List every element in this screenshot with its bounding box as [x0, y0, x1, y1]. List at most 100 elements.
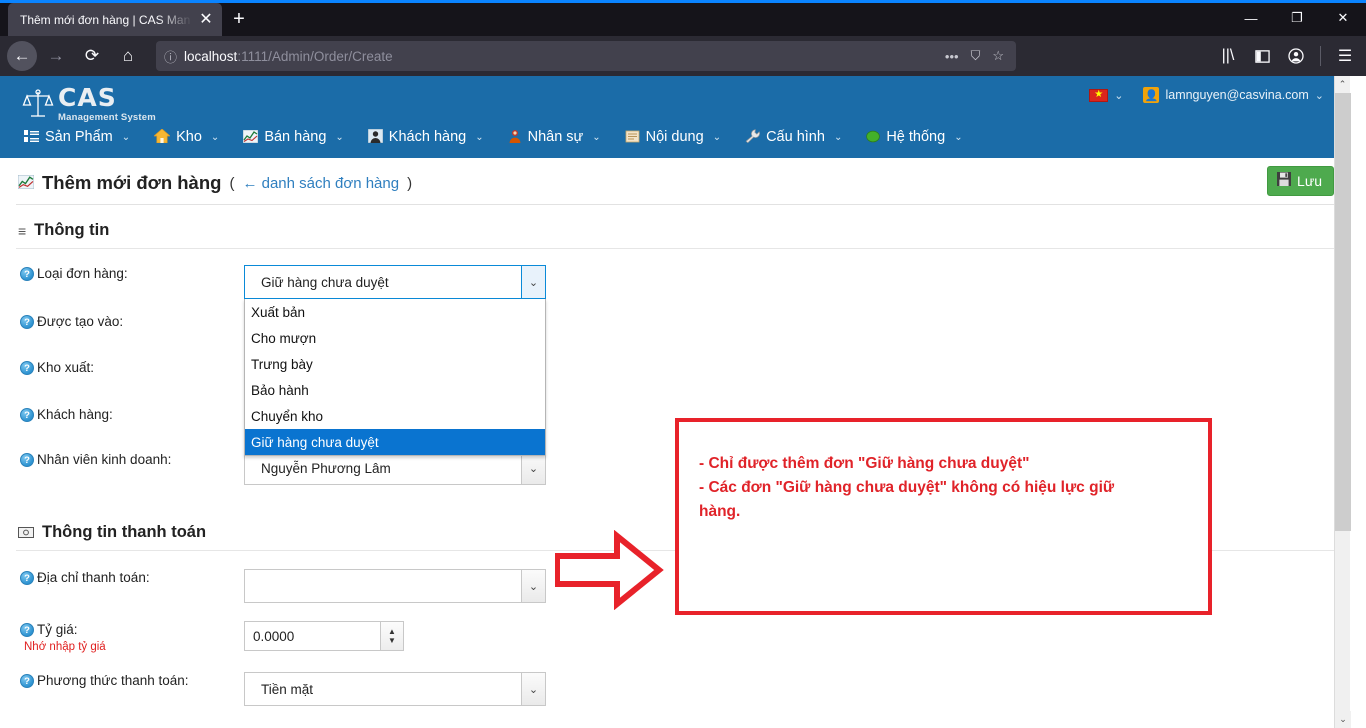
- library-icon[interactable]: ||\: [1213, 41, 1243, 71]
- chevron-down-icon[interactable]: ⌄: [521, 673, 545, 705]
- page-actions-icon[interactable]: •••: [945, 49, 959, 64]
- tab-close-icon[interactable]: ✕: [196, 11, 216, 28]
- billing-address-select[interactable]: ⌄: [244, 569, 546, 603]
- minimize-button[interactable]: —: [1228, 0, 1274, 36]
- browser-titlebar: Thêm mới đơn hàng | CAS Man ✕ + — ❐ ✕: [0, 0, 1366, 36]
- stepper-up-icon[interactable]: ▲: [388, 627, 396, 636]
- help-icon[interactable]: ?: [20, 315, 34, 329]
- url-bar[interactable]: ⓘ localhost:1111/Admin/Order/Create ••• …: [156, 41, 1016, 71]
- section-header-info: ≡ Thông tin: [16, 205, 1334, 249]
- bookmark-star-icon[interactable]: ☆: [992, 48, 1004, 64]
- chevron-down-icon: ⌄: [210, 131, 220, 143]
- page-scrollbar[interactable]: ⌃ ⌄: [1334, 76, 1351, 728]
- stepper-buttons[interactable]: ▲ ▼: [380, 621, 404, 651]
- nav-item-noi-dung[interactable]: Nội dung ⌄: [615, 123, 735, 151]
- help-icon[interactable]: ?: [20, 267, 34, 281]
- system-glyph: [866, 130, 881, 142]
- field-control-order-type: Giữ hàng chưa duyệt ⌄ Xuất bản Cho mượn …: [244, 265, 546, 456]
- order-type-selected-value: Giữ hàng chưa duyệt: [261, 274, 389, 290]
- help-icon[interactable]: ?: [20, 571, 34, 585]
- dropdown-option[interactable]: Xuất bản: [245, 299, 545, 325]
- list-icon: ≡: [18, 222, 27, 239]
- field-row-order-type: ? Loại đơn hàng: Giữ hàng chưa duyệt ⌄ X…: [16, 265, 1334, 456]
- window-close-button[interactable]: ✕: [1320, 0, 1366, 36]
- home-button[interactable]: ⌂: [111, 40, 145, 72]
- user-chevron-down-icon[interactable]: ⌄: [1315, 89, 1324, 102]
- nav-item-he-thong[interactable]: Hệ thống ⌄: [856, 123, 976, 151]
- help-icon[interactable]: ?: [20, 674, 34, 688]
- tab-title: Thêm mới đơn hàng | CAS Man: [20, 12, 191, 27]
- app-logo[interactable]: CAS Management System: [22, 85, 156, 123]
- hamburger-menu-icon[interactable]: ☰: [1330, 41, 1360, 71]
- help-icon[interactable]: ?: [20, 623, 34, 637]
- field-label-warehouse: ? Kho xuất:: [16, 359, 244, 376]
- site-info-icon[interactable]: ⓘ: [164, 47, 177, 66]
- chevron-down-icon[interactable]: ⌄: [521, 452, 545, 484]
- chevron-down-icon: ⌄: [954, 131, 963, 143]
- chevron-down-icon[interactable]: ⌄: [521, 266, 545, 298]
- save-label: Lưu: [1297, 172, 1322, 189]
- main-content: Thêm mới đơn hàng ( ← danh sách đơn hàng…: [0, 158, 1350, 728]
- nav-label: Cấu hình: [766, 129, 825, 145]
- forward-button[interactable]: →: [39, 40, 73, 72]
- field-row-warehouse: ? Kho xuất:: [16, 359, 1334, 376]
- browser-tab[interactable]: Thêm mới đơn hàng | CAS Man ✕: [8, 3, 222, 36]
- nav-item-kho[interactable]: Kho ⌄: [144, 123, 233, 151]
- scroll-up-icon[interactable]: ⌃: [1335, 76, 1350, 93]
- maximize-button[interactable]: ❐: [1274, 0, 1320, 36]
- user-avatar-icon: 👤: [1143, 87, 1160, 103]
- chart-icon: [17, 174, 35, 192]
- dropdown-option[interactable]: Chuyển kho: [245, 403, 545, 429]
- user-email: lamnguyen@casvina.com: [1165, 88, 1309, 102]
- order-type-select[interactable]: Giữ hàng chưa duyệt ⌄: [244, 265, 546, 299]
- annotation-callout: - Chỉ được thêm đơn "Giữ hàng chưa duyệt…: [675, 418, 1212, 615]
- nav-item-nhan-su[interactable]: Nhân sự ⌄: [498, 123, 615, 151]
- stepper-down-icon[interactable]: ▼: [388, 636, 396, 645]
- order-type-dropdown-list[interactable]: Xuất bản Cho mượn Trưng bày Bảo hành Chu…: [244, 299, 546, 456]
- browser-window: Thêm mới đơn hàng | CAS Man ✕ + — ❐ ✕ ← …: [0, 0, 1366, 728]
- scroll-down-icon[interactable]: ⌄: [1335, 711, 1351, 728]
- label-text: Kho xuất:: [37, 360, 95, 375]
- save-button[interactable]: Lưu: [1267, 166, 1334, 196]
- nav-item-khach-hang[interactable]: Khách hàng ⌄: [358, 123, 498, 151]
- field-label-customer: ? Khách hàng:: [16, 406, 244, 423]
- reload-button[interactable]: ⟳: [75, 40, 109, 72]
- language-chevron-down-icon[interactable]: ⌄: [1114, 89, 1123, 102]
- dropdown-option-selected[interactable]: Giữ hàng chưa duyệt: [245, 429, 545, 455]
- payment-method-select[interactable]: Tiền mặt ⌄: [244, 672, 546, 706]
- callout-line-3: hàng.: [699, 503, 741, 520]
- account-icon[interactable]: [1281, 41, 1311, 71]
- dropdown-option[interactable]: Bảo hành: [245, 377, 545, 403]
- right-arrow-annotation-icon: [555, 530, 664, 610]
- dropdown-option[interactable]: Cho mượn: [245, 325, 545, 351]
- sidebar-icon[interactable]: [1247, 41, 1277, 71]
- new-tab-button[interactable]: +: [222, 3, 256, 36]
- help-icon[interactable]: ?: [20, 408, 34, 422]
- nav-item-cau-hinh[interactable]: Cấu hình ⌄: [735, 123, 856, 151]
- staff-icon: [508, 129, 522, 145]
- list-icon: [24, 129, 39, 145]
- sales-staff-select[interactable]: Nguyễn Phương Lâm ⌄: [244, 451, 546, 485]
- nav-item-san-pham[interactable]: Sản Phẩm ⌄: [14, 123, 144, 151]
- floppy-glyph: [1277, 172, 1292, 186]
- home-icon: [153, 128, 172, 145]
- vietnam-flag-icon[interactable]: [1089, 88, 1109, 102]
- scrollbar-thumb[interactable]: [1335, 93, 1351, 531]
- user-account-menu[interactable]: 👤 lamnguyen@casvina.com ⌄: [1143, 87, 1324, 103]
- back-button[interactable]: ←: [7, 41, 37, 71]
- content-glyph: [625, 130, 640, 142]
- label-text: Phương thức thanh toán:: [37, 673, 189, 688]
- nav-item-ban-hang[interactable]: Bán hàng ⌄: [233, 123, 357, 151]
- back-to-list-link[interactable]: ← danh sách đơn hàng: [242, 175, 399, 192]
- dropdown-option[interactable]: Trưng bày: [245, 351, 545, 377]
- tracking-shield-icon[interactable]: ⛉: [971, 48, 981, 64]
- exchange-rate-stepper[interactable]: 0.0000 ▲ ▼: [244, 621, 404, 651]
- chevron-down-icon[interactable]: ⌄: [521, 570, 545, 602]
- app-header: CAS Management System ⌄ 👤 lamnguyen@casv…: [0, 76, 1350, 158]
- customer-glyph: [367, 128, 384, 144]
- help-icon[interactable]: ?: [20, 361, 34, 375]
- exchange-rate-input[interactable]: 0.0000: [244, 621, 380, 651]
- url-path: :1111/Admin/Order/Create: [237, 48, 393, 64]
- label-text: Địa chỉ thanh toán:: [37, 570, 150, 585]
- help-icon[interactable]: ?: [20, 453, 34, 467]
